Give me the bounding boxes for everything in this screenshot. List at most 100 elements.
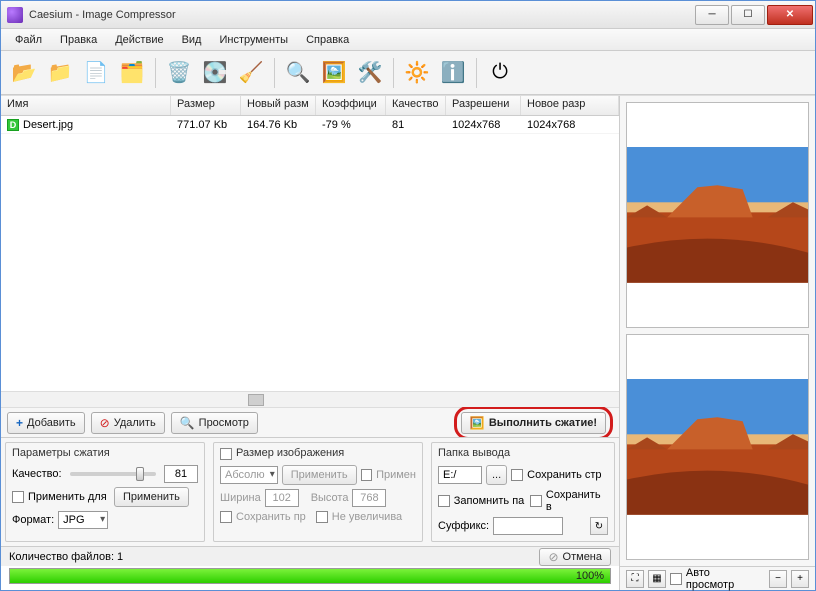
col-resolution[interactable]: Разрешени (446, 96, 521, 115)
app-window: Caesium - Image Compressor ─ ☐ ✕ Файл Пр… (0, 0, 816, 591)
apply-quality-button[interactable]: Применить (114, 487, 189, 507)
suffix-input[interactable] (493, 517, 563, 535)
close-button[interactable]: ✕ (767, 5, 813, 25)
apply-resize-button[interactable]: Применить (282, 465, 357, 485)
apply-for-label: Применить для (28, 491, 110, 503)
col-size[interactable]: Размер (171, 96, 241, 115)
col-ratio[interactable]: Коэффици (316, 96, 386, 115)
apply-for-checkbox[interactable] (12, 491, 24, 503)
col-quality[interactable]: Качество (386, 96, 446, 115)
zoom-icon[interactable]: 🔍 (283, 58, 313, 88)
quality-slider[interactable] (70, 472, 156, 476)
folder-icon[interactable]: 🗂️ (117, 58, 147, 88)
menu-edit[interactable]: Правка (52, 32, 105, 48)
horizontal-scrollbar[interactable] (1, 391, 619, 407)
progress-fill (10, 569, 610, 583)
forbidden-icon: ⊘ (548, 550, 558, 564)
menu-view[interactable]: Вид (174, 32, 210, 48)
preview-controls: ⛶ ▦ Авто просмотр − + (620, 566, 815, 590)
desert-thumbnail (627, 147, 808, 283)
height-label: Высота (311, 492, 349, 504)
save-in-label: Сохранить в (546, 489, 608, 513)
col-newres[interactable]: Новое разр (521, 96, 619, 115)
auto-preview-checkbox[interactable] (670, 573, 682, 585)
resize-panel: Размер изображения Абсолю Применить Прим… (213, 442, 423, 542)
cell-ratio: -79 % (316, 119, 386, 131)
settings-icon[interactable]: 🛠️ (355, 58, 385, 88)
remember-checkbox[interactable] (438, 495, 450, 507)
save-in-checkbox[interactable] (530, 495, 542, 507)
width-spinner[interactable]: 102 (265, 489, 299, 507)
info-icon[interactable]: ℹ️ (438, 58, 468, 88)
progress-percent: 100% (576, 569, 604, 583)
apply-resize-label: Примен (376, 469, 416, 481)
open-folder-icon[interactable]: 📁 (45, 58, 75, 88)
progress-bar: 100% (9, 568, 611, 584)
minimize-button[interactable]: ─ (695, 5, 729, 25)
cell-name: Desert.jpg (23, 119, 73, 131)
preview-button[interactable]: 🔍Просмотр (171, 412, 258, 434)
zoom-out-button[interactable]: − (769, 570, 787, 588)
resize-mode-select[interactable]: Абсолю (220, 466, 278, 484)
col-newsize[interactable]: Новый разм (241, 96, 316, 115)
add-button[interactable]: +Добавить (7, 412, 85, 434)
remove-button[interactable]: ⊘Удалить (91, 412, 165, 434)
panel-title: Параметры сжатия (12, 447, 198, 459)
col-name[interactable]: Имя (1, 96, 171, 115)
clean-icon[interactable]: 🧹 (236, 58, 266, 88)
separator (393, 58, 394, 88)
preview-original (626, 102, 809, 328)
cell-quality: 81 (386, 119, 446, 131)
cell-size: 771.07 Kb (171, 119, 241, 131)
settings-panels: Параметры сжатия Качество: 81 Применить … (1, 437, 619, 546)
magnifier-icon: 🔍 (180, 416, 195, 430)
preview-pane: ⛶ ▦ Авто просмотр − + (620, 96, 815, 590)
keep-ratio-checkbox[interactable] (220, 511, 232, 523)
browse-button[interactable]: ... (486, 465, 507, 485)
zoom-fit-button[interactable]: ⛶ (626, 570, 644, 588)
zoom-actual-button[interactable]: ▦ (648, 570, 666, 588)
compress-button[interactable]: 🖼️Выполнить сжатие! (461, 412, 606, 434)
output-path-input[interactable]: E:/ (438, 466, 482, 484)
table-row[interactable]: DDesert.jpg 771.07 Kb 164.76 Kb -79 % 81… (1, 116, 619, 134)
auto-preview-label: Авто просмотр (686, 567, 761, 591)
titlebar: Caesium - Image Compressor ─ ☐ ✕ (1, 1, 815, 29)
compress-highlight: 🖼️Выполнить сжатие! (454, 406, 613, 440)
refresh-suffix-button[interactable]: ↻ (590, 517, 608, 535)
power-icon[interactable]: ⏻ (485, 58, 515, 88)
file-type-icon: D (7, 119, 19, 131)
app-icon (7, 7, 23, 23)
save-structure-checkbox[interactable] (511, 469, 523, 481)
compress-icon[interactable]: 🖼️ (319, 58, 349, 88)
menu-tools[interactable]: Инструменты (211, 32, 296, 48)
apply-resize-checkbox[interactable] (361, 469, 373, 481)
cancel-button[interactable]: ⊘Отмена (539, 548, 611, 566)
format-select[interactable]: JPG (58, 511, 108, 529)
maximize-button[interactable]: ☐ (731, 5, 765, 25)
zoom-in-button[interactable]: + (791, 570, 809, 588)
cell-newres: 1024x768 (521, 119, 619, 131)
menu-file[interactable]: Файл (7, 32, 50, 48)
quality-spinner[interactable]: 81 (164, 465, 198, 483)
format-label: Формат: (12, 514, 54, 526)
left-pane: Имя Размер Новый разм Коэффици Качество … (1, 96, 620, 590)
no-enlarge-checkbox[interactable] (316, 511, 328, 523)
cell-resolution: 1024x768 (446, 119, 521, 131)
separator (476, 58, 477, 88)
toolbar: 📂 📁 📄 🗂️ 🗑️ 💽 🧹 🔍 🖼️ 🛠️ 🔆 ℹ️ ⏻ (1, 51, 815, 95)
open-file-icon[interactable]: 📂 (9, 58, 39, 88)
remove-file-icon[interactable]: 🗑️ (164, 58, 194, 88)
update-icon[interactable]: 🔆 (402, 58, 432, 88)
resize-checkbox[interactable] (220, 448, 232, 460)
menu-action[interactable]: Действие (107, 32, 171, 48)
separator (155, 58, 156, 88)
panel-title: Размер изображения (236, 447, 344, 459)
list-icon[interactable]: 📄 (81, 58, 111, 88)
no-enlarge-label: Не увеличива (332, 511, 402, 523)
drive-icon[interactable]: 💽 (200, 58, 230, 88)
menubar: Файл Правка Действие Вид Инструменты Спр… (1, 29, 815, 51)
menu-help[interactable]: Справка (298, 32, 357, 48)
forbidden-icon: ⊘ (100, 416, 110, 430)
height-spinner[interactable]: 768 (352, 489, 386, 507)
panel-title: Папка вывода (438, 447, 608, 459)
